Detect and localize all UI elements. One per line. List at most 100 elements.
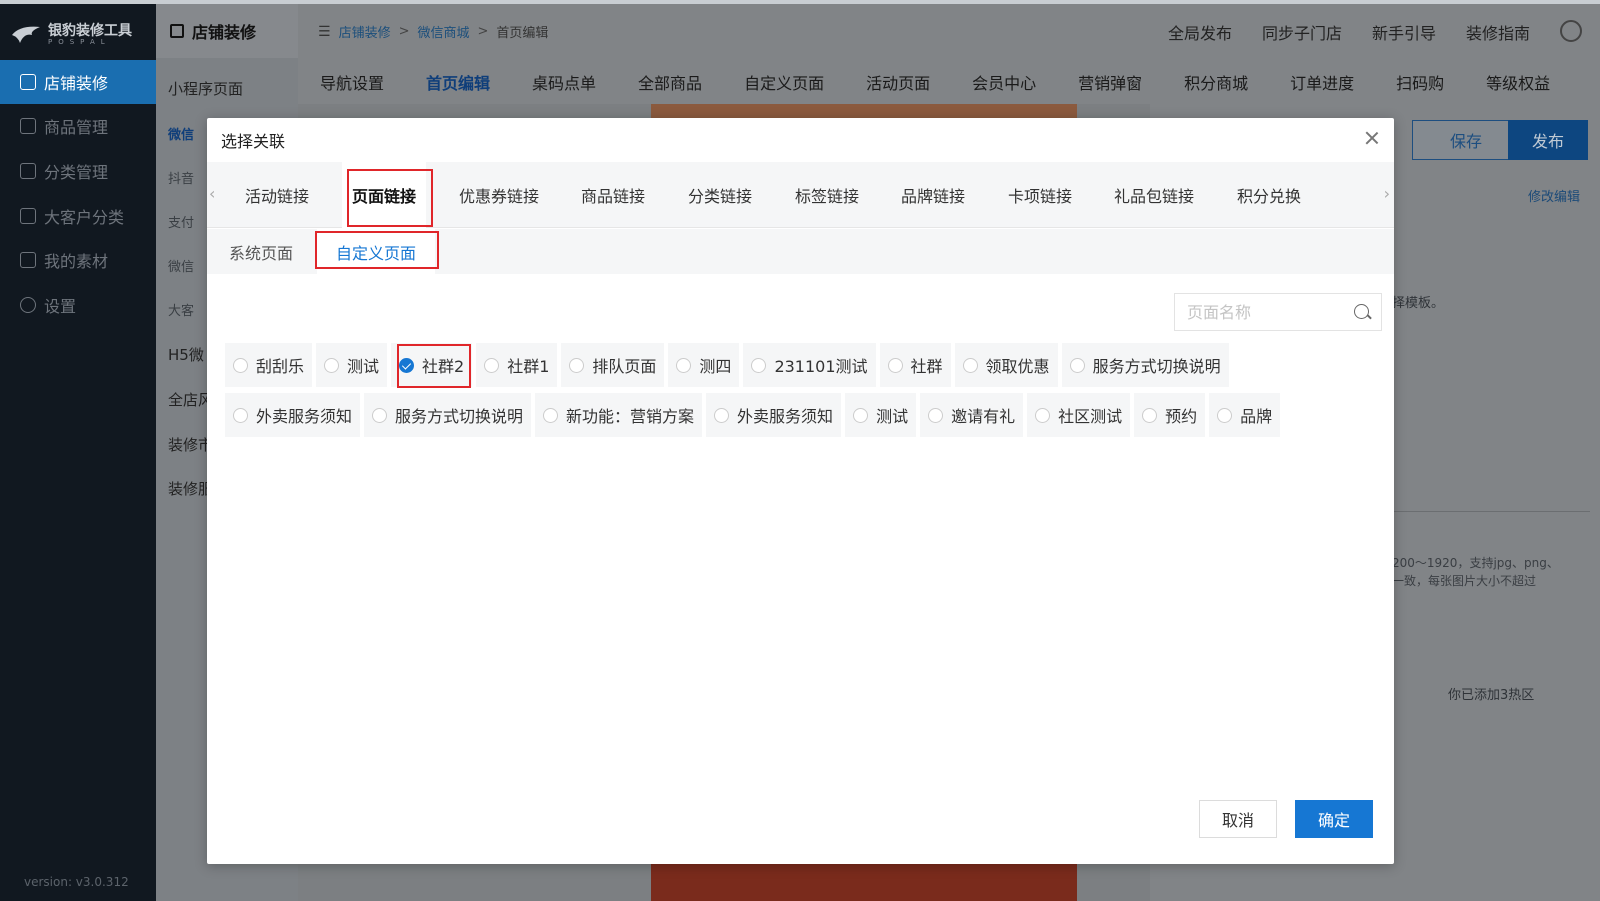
chevron-right-icon[interactable]: › (1384, 184, 1390, 203)
page-option[interactable]: 领取优惠 (954, 343, 1058, 387)
sync-stores-link[interactable]: 同步子门店 (1262, 20, 1342, 44)
sub-nav-item[interactable]: 支付 (168, 212, 194, 231)
page-option[interactable]: 231101测试 (743, 343, 876, 387)
tab-points-mall[interactable]: 积分商城 (1184, 70, 1248, 94)
page-option[interactable]: 新功能：营销方案 (535, 393, 703, 437)
nav-item-product-management[interactable]: 商品管理 (0, 104, 156, 148)
global-publish-link[interactable]: 全局发布 (1168, 20, 1232, 44)
radio-button[interactable] (676, 357, 692, 373)
cancel-button[interactable]: 取消 (1199, 800, 1277, 838)
radio-button[interactable] (569, 357, 585, 373)
page-option[interactable]: 测试 (316, 343, 388, 387)
tab-marketing-popup[interactable]: 营销弹窗 (1078, 70, 1142, 94)
tab-nav-settings[interactable]: 导航设置 (320, 70, 384, 94)
tab-order-progress[interactable]: 订单进度 (1290, 70, 1354, 94)
tab-page-link[interactable]: 页面链接 (342, 162, 426, 228)
radio-button[interactable] (543, 407, 559, 423)
version-label: version: v3.0.312 (24, 875, 129, 889)
radio-button[interactable] (928, 407, 944, 423)
chevron-left-icon[interactable]: ‹ (209, 184, 215, 203)
tab-gift-pack-link[interactable]: 礼品包链接 (1114, 162, 1194, 228)
image-icon (20, 252, 36, 268)
close-icon[interactable] (1364, 130, 1380, 146)
tab-tag-link[interactable]: 标签链接 (795, 162, 859, 228)
tab-coupon-link[interactable]: 优惠券链接 (459, 162, 539, 228)
page-option[interactable]: 服务方式切换说明 (1061, 343, 1229, 387)
page-option[interactable]: 社群 (879, 343, 951, 387)
radio-button[interactable] (484, 357, 500, 373)
beginner-guide-link[interactable]: 新手引导 (1372, 20, 1436, 44)
page-option[interactable]: 预约 (1134, 393, 1206, 437)
radio-button[interactable] (372, 407, 388, 423)
radio-button[interactable] (962, 357, 978, 373)
tab-product-link[interactable]: 商品链接 (581, 162, 645, 228)
breadcrumb-current: 首页编辑 (496, 26, 549, 41)
tab-category-link[interactable]: 分类链接 (688, 162, 752, 228)
settings-gear-icon[interactable] (1560, 20, 1582, 42)
tab-activity-page[interactable]: 活动页面 (866, 70, 930, 94)
radio-button[interactable] (1069, 357, 1085, 373)
subtab-custom-page[interactable]: 自定义页面 (317, 229, 435, 274)
store-icon (170, 24, 184, 38)
sub-nav-item[interactable]: 抖音 (168, 168, 194, 187)
radio-button-checked[interactable] (399, 357, 415, 373)
save-button[interactable]: 保存 (1412, 120, 1520, 160)
page-option[interactable]: 品牌 (1209, 393, 1281, 437)
tab-member-center[interactable]: 会员中心 (972, 70, 1036, 94)
radio-button[interactable] (853, 407, 869, 423)
tab-custom-page[interactable]: 自定义页面 (744, 70, 824, 94)
secondary-sidebar-header: 店铺装修 (156, 4, 298, 58)
page-option[interactable]: 排队页面 (561, 343, 665, 387)
dialog-title: 选择关联 (221, 132, 286, 151)
page-option[interactable]: 外卖服务须知 (706, 393, 842, 437)
radio-button[interactable] (1217, 407, 1233, 423)
decoration-guide-link[interactable]: 装修指南 (1466, 20, 1530, 44)
publish-button[interactable]: 发布 (1508, 120, 1588, 160)
breadcrumb-item[interactable]: 微信商城 (417, 22, 469, 41)
page-option[interactable]: 测四 (668, 343, 740, 387)
radio-button[interactable] (233, 357, 248, 373)
nav-item-settings[interactable]: 设置 (0, 283, 156, 327)
sub-nav-item[interactable]: 微信 (168, 124, 194, 143)
search-icon[interactable] (1354, 304, 1369, 319)
page-option-selected[interactable]: 社群2 (391, 343, 473, 387)
page-option[interactable]: 邀请有礼 (920, 393, 1024, 437)
nav-item-store-decoration[interactable]: 店铺装修 (0, 60, 156, 104)
edit-link[interactable]: 修改编辑 (1528, 186, 1580, 205)
tab-activity-link[interactable]: 活动链接 (245, 162, 309, 228)
sub-nav-group[interactable]: H5微 (168, 344, 204, 365)
tab-level-benefits[interactable]: 等级权益 (1486, 70, 1550, 94)
radio-button[interactable] (751, 357, 767, 373)
radio-button[interactable] (714, 407, 730, 423)
tab-table-order[interactable]: 桌码点单 (532, 70, 596, 94)
page-option[interactable]: 刮刮乐 (225, 343, 313, 387)
confirm-button[interactable]: 确定 (1295, 800, 1373, 838)
tab-card-link[interactable]: 卡项链接 (1008, 162, 1072, 228)
tab-scan-buy[interactable]: 扫码购 (1396, 70, 1444, 94)
nav-item-category-management[interactable]: 分类管理 (0, 149, 156, 193)
radio-button[interactable] (887, 357, 903, 373)
store-icon (20, 74, 36, 90)
page-name-input[interactable] (1187, 302, 1347, 322)
subtab-system-page[interactable]: 系统页面 (229, 229, 293, 274)
breadcrumb-item[interactable]: 店铺装修 (339, 22, 391, 41)
page-option[interactable]: 社区测试 (1027, 393, 1131, 437)
radio-button[interactable] (1142, 407, 1158, 423)
tab-home-edit[interactable]: 首页编辑 (426, 70, 490, 94)
nav-item-vip-category[interactable]: 大客户分类 (0, 194, 156, 238)
sub-nav-item[interactable]: 微信 (168, 256, 194, 275)
tab-all-products[interactable]: 全部商品 (638, 70, 702, 94)
page-option[interactable]: 社群1 (476, 343, 558, 387)
sub-nav-item[interactable]: 大客 (168, 300, 194, 319)
page-option[interactable]: 服务方式切换说明 (364, 393, 532, 437)
radio-button[interactable] (1035, 407, 1051, 423)
page-option[interactable]: 外卖服务须知 (225, 393, 361, 437)
radio-button[interactable] (233, 407, 248, 423)
nav-item-my-materials[interactable]: 我的素材 (0, 238, 156, 282)
page-option[interactable]: 测试 (845, 393, 917, 437)
radio-button[interactable] (324, 357, 340, 373)
tab-brand-link[interactable]: 品牌链接 (901, 162, 965, 228)
preview-banner-bottom (651, 862, 1077, 901)
sub-nav-miniprogram[interactable]: 小程序页面 (168, 78, 243, 99)
tab-points-exchange[interactable]: 积分兑换 (1237, 162, 1301, 228)
